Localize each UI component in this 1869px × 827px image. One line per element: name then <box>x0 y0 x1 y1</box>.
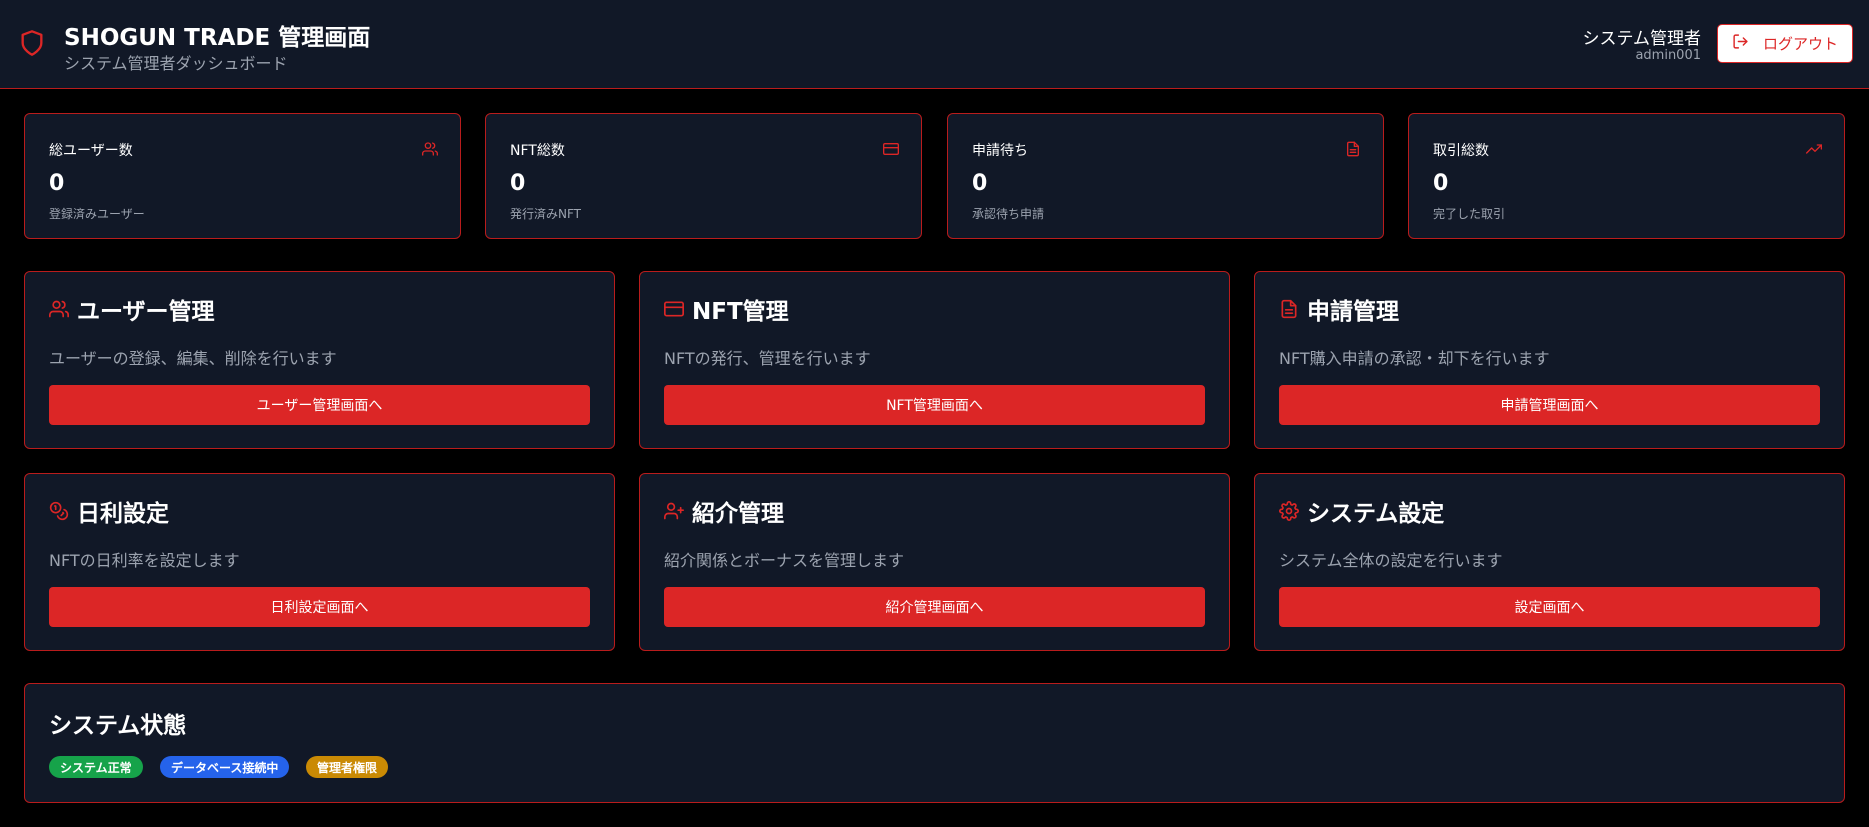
user-role: システム管理者 <box>1582 29 1702 49</box>
module-desc: NFTの発行、管理を行います <box>664 349 871 368</box>
stat-desc: 承認待ち申請 <box>972 207 1045 221</box>
module-title: 日利設定 <box>77 501 169 527</box>
module-desc: 紹介関係とボーナスを管理します <box>664 551 905 570</box>
referral-management-button[interactable]: 紹介管理画面へ <box>664 587 1205 627</box>
stat-label: 取引総数 <box>1433 143 1489 159</box>
module-title: 申請管理 <box>1307 299 1399 325</box>
file-text-icon <box>1279 299 1299 319</box>
module-desc: NFTの日利率を設定します <box>49 551 240 570</box>
coins-icon <box>49 501 69 521</box>
credit-card-icon <box>664 299 684 319</box>
module-card-applications: 申請管理 NFT購入申請の承認・却下を行います 申請管理画面へ <box>1254 271 1845 449</box>
user-management-button[interactable]: ユーザー管理画面へ <box>49 385 590 425</box>
module-card-referral: 紹介管理 紹介関係とボーナスを管理します 紹介管理画面へ <box>639 473 1230 651</box>
users-icon <box>422 141 438 157</box>
user-plus-icon <box>664 501 684 521</box>
module-title: ユーザー管理 <box>77 299 215 325</box>
stat-desc: 発行済みNFT <box>510 207 581 221</box>
shield-icon <box>18 27 46 59</box>
top-header: SHOGUN TRADE 管理画面 システム管理者ダッシュボード システム管理者… <box>0 0 1869 89</box>
system-settings-button[interactable]: 設定画面へ <box>1279 587 1820 627</box>
app-subtitle: システム管理者ダッシュボード <box>64 54 288 73</box>
logout-button[interactable]: ログアウト <box>1717 24 1853 63</box>
logout-label: ログアウト <box>1762 35 1838 53</box>
module-card-nft: NFT管理 NFTの発行、管理を行います NFT管理画面へ <box>639 271 1230 449</box>
stat-label: NFT総数 <box>510 143 565 159</box>
stat-card-pending: 申請待ち 0 承認待ち申請 <box>947 113 1384 239</box>
module-card-daily-rate: 日利設定 NFTの日利率を設定します 日利設定画面へ <box>24 473 615 651</box>
stat-value: 0 <box>1433 171 1449 196</box>
status-badge-system-ok: システム正常 <box>49 756 143 778</box>
daily-rate-button[interactable]: 日利設定画面へ <box>49 587 590 627</box>
application-management-button[interactable]: 申請管理画面へ <box>1279 385 1820 425</box>
stat-value: 0 <box>49 171 65 196</box>
system-status-card: システム状態 システム正常 データベース接続中 管理者権限 <box>24 683 1845 803</box>
trending-up-icon <box>1806 141 1822 157</box>
stat-value: 0 <box>972 171 988 196</box>
module-desc: NFT購入申請の承認・却下を行います <box>1279 349 1550 368</box>
module-desc: システム全体の設定を行います <box>1279 551 1503 570</box>
nft-management-button[interactable]: NFT管理画面へ <box>664 385 1205 425</box>
stat-card-nft: NFT総数 0 発行済みNFT <box>485 113 922 239</box>
stat-label: 申請待ち <box>972 143 1028 159</box>
module-title: NFT管理 <box>692 299 789 325</box>
user-id: admin001 <box>1635 48 1701 63</box>
module-title: システム設定 <box>1307 501 1445 527</box>
stat-card-transactions: 取引総数 0 完了した取引 <box>1408 113 1845 239</box>
module-desc: ユーザーの登録、編集、削除を行います <box>49 349 337 368</box>
gear-icon <box>1279 501 1299 521</box>
logout-icon <box>1732 33 1749 54</box>
module-card-system-settings: システム設定 システム全体の設定を行います 設定画面へ <box>1254 473 1845 651</box>
file-text-icon <box>1345 141 1361 157</box>
stat-label: 総ユーザー数 <box>49 143 133 159</box>
stat-value: 0 <box>510 171 526 196</box>
app-title: SHOGUN TRADE 管理画面 <box>64 25 371 51</box>
module-title: 紹介管理 <box>692 501 784 527</box>
stat-desc: 登録済みユーザー <box>49 207 145 221</box>
status-badge-db-connected: データベース接続中 <box>160 756 290 778</box>
users-icon <box>49 299 69 319</box>
module-card-users: ユーザー管理 ユーザーの登録、編集、削除を行います ユーザー管理画面へ <box>24 271 615 449</box>
system-status-title: システム状態 <box>49 713 187 739</box>
stat-desc: 完了した取引 <box>1433 207 1506 221</box>
credit-card-icon <box>883 141 899 157</box>
stat-card-users: 総ユーザー数 0 登録済みユーザー <box>24 113 461 239</box>
status-badge-admin: 管理者権限 <box>306 756 389 778</box>
